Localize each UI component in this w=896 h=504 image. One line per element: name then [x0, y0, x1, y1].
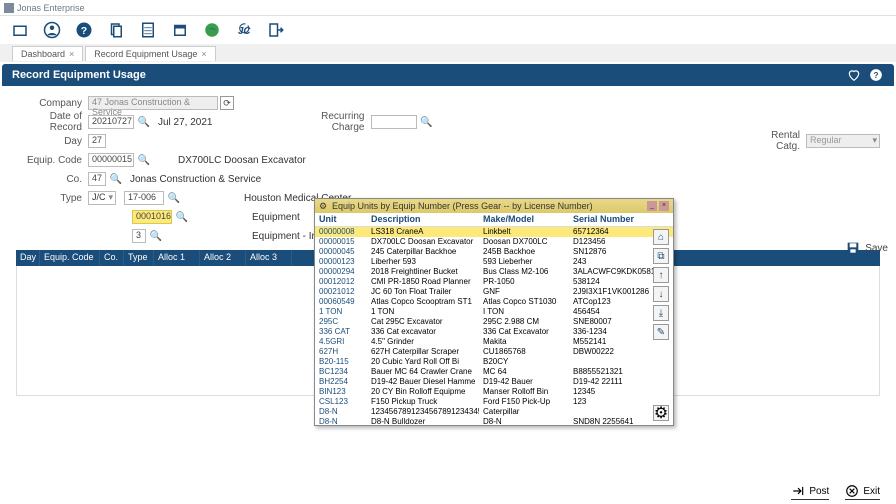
page-title: Record Equipment Usage — [12, 69, 146, 81]
date-label: Date of Record — [16, 111, 88, 133]
company-label: Company — [16, 98, 88, 109]
save-button[interactable]: Save — [845, 240, 888, 256]
table-row[interactable]: 4.5GRI4.5" GrinderMakitaM552141 — [315, 337, 673, 347]
job-input[interactable]: 17-006 — [124, 191, 164, 205]
cat-input[interactable]: 3 — [132, 229, 146, 243]
equip-label: Equip. Code — [16, 155, 88, 166]
recurring-input[interactable] — [371, 115, 417, 129]
co-desc: Jonas Construction & Service — [130, 174, 261, 185]
rental-dropdown[interactable]: Regular — [806, 134, 880, 148]
help-icon[interactable]: ? — [868, 67, 884, 83]
home-icon[interactable] — [8, 18, 32, 42]
help-icon[interactable]: ? — [72, 18, 96, 42]
search-icon[interactable]: 🔍 — [150, 230, 162, 242]
edit-icon[interactable]: ✎ — [653, 324, 669, 340]
popup-columns: Unit Description Make/Model Serial Numbe… — [315, 213, 673, 227]
globe-icon[interactable] — [200, 18, 224, 42]
search-icon[interactable]: 🔍 — [168, 192, 180, 204]
app-icon — [4, 3, 14, 13]
table-row[interactable]: 00000045245 Caterpillar Backhoe245B Back… — [315, 247, 673, 257]
table-row[interactable]: 00012012CMI PR-1850 Road PlannerPR-10505… — [315, 277, 673, 287]
copy-icon[interactable]: ⧉ — [653, 248, 669, 264]
svg-text:?: ? — [81, 25, 87, 37]
company-lookup-icon[interactable]: ⟳ — [220, 96, 234, 110]
equip-desc: DX700LC Doosan Excavator — [178, 155, 306, 166]
minimize-icon[interactable]: _ — [647, 201, 657, 211]
table-row[interactable]: 00000123Liberher 593593 Lieberher243 — [315, 257, 673, 267]
app-titlebar: Jonas Enterprise — [0, 0, 896, 16]
footer-actions: Post Exit — [791, 484, 880, 500]
company-input: 47 Jonas Construction & Service — [88, 96, 218, 110]
main-toolbar: ? JC — [0, 16, 896, 44]
table-row[interactable]: 00060549Atlas Copco Scooptram ST1Atlas C… — [315, 297, 673, 307]
archive-icon[interactable] — [168, 18, 192, 42]
gear-icon[interactable]: ⚙ — [653, 405, 669, 421]
date-display: Jul 27, 2021 — [158, 117, 213, 128]
download-icon[interactable]: ⤓ — [653, 305, 669, 321]
type-dropdown[interactable]: J/C — [88, 191, 116, 205]
favorite-icon[interactable] — [846, 67, 862, 83]
table-row[interactable]: BH2254D19-42 Bauer Diesel HammeD19-42 Ba… — [315, 377, 673, 387]
svg-text:?: ? — [874, 71, 879, 80]
day-label: Day — [16, 136, 88, 147]
equip-lookup-popup: ⚙ Equip Units by Equip Number (Press Gea… — [314, 198, 674, 426]
exit-button[interactable]: Exit — [845, 484, 880, 500]
table-row[interactable]: B20-11520 Cubic Yard Roll Off BiB20CY — [315, 357, 673, 367]
day-input[interactable]: 27 — [88, 134, 106, 148]
user-icon[interactable] — [40, 18, 64, 42]
tab-strip: Dashboard× Record Equipment Usage× — [0, 44, 896, 62]
table-row[interactable]: CSL123F150 Pickup TruckFord F150 Pick-Up… — [315, 397, 673, 407]
tab-record-equipment[interactable]: Record Equipment Usage× — [85, 46, 215, 61]
tab-dashboard[interactable]: Dashboard× — [12, 46, 83, 61]
co-label: Co. — [16, 174, 88, 185]
arrow-up-icon[interactable]: ↑ — [653, 267, 669, 283]
popup-titlebar[interactable]: ⚙ Equip Units by Equip Number (Press Gea… — [315, 199, 673, 213]
table-row[interactable]: 1 TON1 TONI TON456454 — [315, 307, 673, 317]
date-input[interactable]: 20210727 — [88, 115, 134, 129]
table-row[interactable]: D8-N1234567891234567891234345Caterpillar — [315, 407, 673, 417]
table-row[interactable]: 00000008LS318 CraneALinkbelt65712364 — [315, 227, 673, 237]
co-input[interactable]: 47 — [88, 172, 106, 186]
type-label: Type — [16, 193, 88, 204]
table-row[interactable]: 000002942018 Freightliner BucketBus Clas… — [315, 267, 673, 277]
table-row[interactable]: 336 CAT336 Cat excavator336 Cat Excavato… — [315, 327, 673, 337]
rental-label: Rental Catg. — [750, 130, 806, 152]
arrow-down-icon[interactable]: ↓ — [653, 286, 669, 302]
copy-icon[interactable] — [104, 18, 128, 42]
costcode-desc: Equipment — [252, 212, 300, 223]
table-row[interactable]: BIN12320 CY Bin Rolloff EquipmeManser Ro… — [315, 387, 673, 397]
costcode-input[interactable]: 0001016 — [132, 210, 172, 224]
search-icon[interactable]: 🔍 — [110, 173, 122, 185]
recurring-label: Recurring Charge — [287, 111, 371, 133]
table-row[interactable]: BC1234Bauer MC 64 Crawler CraneMC 64B885… — [315, 367, 673, 377]
table-row[interactable]: D8-ND8-N BulldozerD8-NSND8N 2255641 — [315, 417, 673, 425]
search-icon[interactable]: 🔍 — [138, 154, 150, 166]
table-row[interactable]: 627H627H Caterpillar ScraperCU1865768DBW… — [315, 347, 673, 357]
equip-input[interactable]: 00000015 — [88, 153, 134, 167]
gear-icon: ⚙ — [319, 201, 329, 211]
app-title: Jonas Enterprise — [17, 3, 85, 13]
close-icon[interactable]: × — [69, 49, 74, 59]
post-button[interactable]: Post — [791, 484, 829, 500]
refresh-icon[interactable]: JC — [232, 18, 256, 42]
popup-side-tools: ⌂ ⧉ ↑ ↓ ⤓ ✎ — [653, 229, 669, 340]
table-row[interactable]: 295CCat 295C Excavator295C 2.988 CMSNE80… — [315, 317, 673, 327]
search-icon[interactable]: 🔍 — [138, 116, 150, 128]
table-row[interactable]: 00021012JC 60 Ton Float TrailerGNF2J9I3X… — [315, 287, 673, 297]
table-row[interactable]: 00000015DX700LC Doosan ExcavatorDoosan D… — [315, 237, 673, 247]
calculator-icon[interactable] — [136, 18, 160, 42]
close-icon[interactable]: × — [201, 49, 206, 59]
page-header: Record Equipment Usage ? — [2, 64, 894, 86]
exit-icon[interactable] — [264, 18, 288, 42]
popup-body[interactable]: 00000008LS318 CraneALinkbelt657123640000… — [315, 227, 673, 425]
home-icon[interactable]: ⌂ — [653, 229, 669, 245]
close-icon[interactable]: × — [659, 201, 669, 211]
search-icon[interactable]: 🔍 — [176, 211, 188, 223]
search-icon[interactable]: 🔍 — [421, 116, 433, 128]
